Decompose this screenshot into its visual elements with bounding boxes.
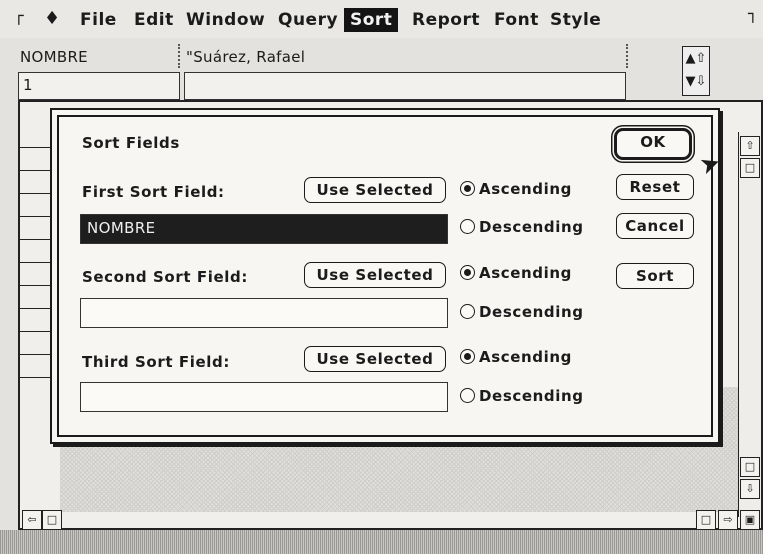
radio-selected-icon — [460, 265, 475, 280]
field-value-text: "Suárez, Rafael — [186, 48, 306, 66]
second-sort-field-label: Second Sort Field: — [82, 268, 248, 286]
record-scroll-arrows[interactable]: ▲⇧ ▼⇩ — [682, 46, 710, 96]
radio-unselected-icon — [460, 304, 475, 319]
scroll-up-icon[interactable]: ▲⇧ — [683, 47, 709, 70]
third-use-selected-button[interactable]: Use Selected — [304, 346, 446, 372]
first-ascending-radio[interactable]: Ascending — [460, 178, 572, 200]
scroll-down-icon[interactable]: ⇩ — [740, 479, 760, 499]
reset-button[interactable]: Reset — [616, 174, 694, 200]
size-box-icon[interactable]: ▣ — [740, 510, 760, 530]
menu-sort[interactable]: Sort — [344, 8, 399, 32]
field-name-label: NOMBRE — [20, 48, 88, 66]
sort-fields-dialog: Sort Fields First Sort Field: Use Select… — [50, 108, 720, 444]
radio-label: Ascending — [479, 180, 572, 198]
scroll-right-icon[interactable]: ⇨ — [718, 510, 738, 530]
first-sort-field-input[interactable]: NOMBRE — [80, 214, 448, 244]
scroll-left-icon[interactable]: ⇦ — [22, 510, 42, 530]
scroll-page-icon[interactable]: □ — [740, 158, 760, 178]
radio-label: Descending — [479, 387, 584, 405]
radio-selected-icon — [460, 349, 475, 364]
menu-font[interactable]: Font — [494, 8, 539, 32]
record-number-field[interactable]: 1 — [18, 72, 180, 100]
third-sort-field-input[interactable] — [80, 382, 448, 412]
scroll-page-icon[interactable]: □ — [42, 510, 62, 530]
radio-label: Descending — [479, 303, 584, 321]
radio-selected-icon — [460, 181, 475, 196]
scroll-down-icon[interactable]: ▼⇩ — [683, 70, 709, 93]
third-ascending-radio[interactable]: Ascending — [460, 346, 572, 368]
apple-icon[interactable]: ♦ — [44, 8, 60, 29]
vertical-scrollbar[interactable]: ⇧ □ □ ⇩ — [738, 132, 761, 517]
bottom-pattern-bar — [0, 530, 763, 554]
scroll-up-icon[interactable]: ⇧ — [740, 136, 760, 156]
record-value-field[interactable] — [184, 72, 626, 100]
menu-query[interactable]: Query — [278, 8, 338, 32]
column-divider — [626, 44, 628, 68]
column-divider — [178, 44, 180, 68]
radio-unselected-icon — [460, 388, 475, 403]
menu-edit[interactable]: Edit — [134, 8, 174, 32]
scroll-page-icon[interactable]: □ — [696, 510, 716, 530]
third-descending-radio[interactable]: Descending — [460, 385, 584, 407]
screen-corner-mark: ┌ — [14, 6, 24, 25]
radio-unselected-icon — [460, 219, 475, 234]
second-descending-radio[interactable]: Descending — [460, 301, 584, 323]
second-sort-field-input[interactable] — [80, 298, 448, 328]
menu-bar: ┌ ♦ File Edit Window Query Sort Report F… — [0, 0, 763, 38]
screen-corner-mark: ┐ — [748, 4, 758, 23]
sort-button[interactable]: Sort — [616, 263, 694, 289]
second-use-selected-button[interactable]: Use Selected — [304, 262, 446, 288]
radio-label: Descending — [479, 218, 584, 236]
third-sort-field-label: Third Sort Field: — [82, 353, 230, 371]
first-descending-radio[interactable]: Descending — [460, 216, 584, 238]
second-ascending-radio[interactable]: Ascending — [460, 262, 572, 284]
radio-label: Ascending — [479, 264, 572, 282]
dialog-title: Sort Fields — [82, 134, 180, 152]
menu-report[interactable]: Report — [412, 8, 480, 32]
menu-style[interactable]: Style — [550, 8, 601, 32]
radio-label: Ascending — [479, 348, 572, 366]
scroll-page-icon[interactable]: □ — [740, 457, 760, 477]
first-use-selected-button[interactable]: Use Selected — [304, 177, 446, 203]
menu-window[interactable]: Window — [186, 8, 265, 32]
menu-file[interactable]: File — [80, 8, 117, 32]
ok-button[interactable]: OK — [614, 128, 692, 160]
cancel-button[interactable]: Cancel — [616, 213, 694, 239]
record-number: 1 — [23, 76, 33, 94]
first-sort-field-label: First Sort Field: — [82, 183, 225, 201]
